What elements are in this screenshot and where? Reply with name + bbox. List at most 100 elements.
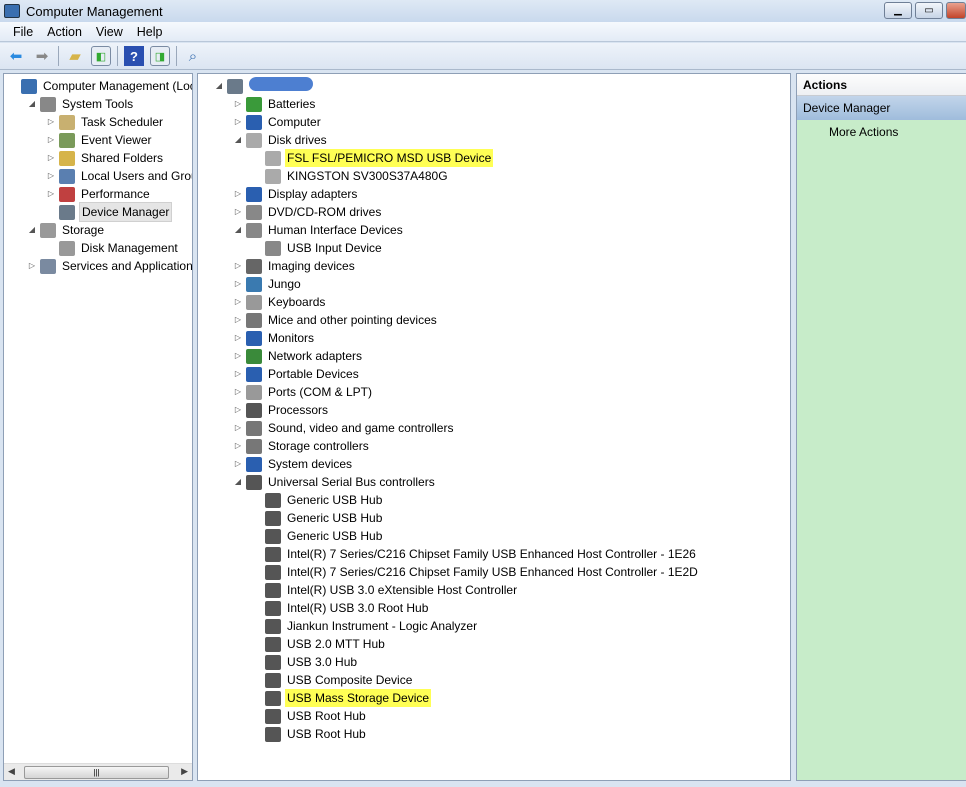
menu-file[interactable]: File [6, 23, 40, 41]
menu-help[interactable]: Help [130, 23, 170, 41]
tree-item[interactable]: ▷ Jungo [233, 275, 303, 293]
tree-item[interactable]: ▷ Services and Applications [27, 257, 193, 275]
expand-arrow-icon[interactable]: ▷ [27, 257, 37, 275]
collapse-arrow-icon[interactable]: ◢ [214, 77, 224, 95]
up-folder-icon[interactable]: ▰ [65, 46, 85, 66]
tree-item[interactable]: USB Composite Device [252, 671, 414, 689]
tree-item-label: Intel(R) USB 3.0 Root Hub [287, 601, 429, 615]
expand-arrow-icon[interactable]: ▷ [233, 401, 243, 419]
collapse-arrow-icon[interactable]: ◢ [233, 473, 243, 491]
menu-view[interactable]: View [89, 23, 130, 41]
tree-item[interactable]: ▷ Event Viewer [46, 131, 153, 149]
tree-item[interactable]: Intel(R) 7 Series/C216 Chipset Family US… [252, 545, 698, 563]
expand-arrow-icon[interactable]: ▷ [233, 275, 243, 293]
processor-icon [246, 402, 262, 418]
tree-item[interactable]: ▷ Local Users and Groups [46, 167, 192, 185]
tree-item[interactable]: ◢ Universal Serial Bus controllers [233, 473, 437, 491]
tree-item[interactable]: USB 3.0 Hub [252, 653, 359, 671]
expand-arrow-icon[interactable]: ▷ [233, 113, 243, 131]
expand-arrow-icon[interactable]: ▷ [233, 95, 243, 113]
tree-item[interactable]: FSL FSL/PEMICRO MSD USB Device [252, 149, 494, 167]
tree-item[interactable]: Jiankun Instrument - Logic Analyzer [252, 617, 479, 635]
expand-arrow-icon[interactable]: ▷ [233, 311, 243, 329]
horizontal-scrollbar[interactable]: ◀ ||| ▶ [4, 763, 192, 780]
tree-item[interactable]: ◢ Disk drives [233, 131, 329, 149]
tree-item[interactable]: ▷ Portable Devices [233, 365, 361, 383]
tree-item[interactable]: ▷ Sound, video and game controllers [233, 419, 455, 437]
actions-section-device-manager[interactable]: Device Manager [797, 96, 966, 120]
tree-item[interactable]: ▷ Imaging devices [233, 257, 357, 275]
tree-item[interactable]: ▷ Network adapters [233, 347, 364, 365]
expand-arrow-icon[interactable]: ▷ [233, 257, 243, 275]
expand-arrow-icon[interactable]: ▷ [46, 131, 56, 149]
tree-item[interactable]: ▷ Shared Folders [46, 149, 165, 167]
expand-arrow-icon[interactable]: ▷ [46, 113, 56, 131]
expand-arrow-icon[interactable]: ▷ [233, 203, 243, 221]
tree-item[interactable]: ◢ Human Interface Devices [233, 221, 405, 239]
tree-item[interactable]: Computer Management (Local [8, 77, 192, 95]
close-button[interactable] [946, 2, 966, 19]
collapse-arrow-icon[interactable]: ◢ [233, 131, 243, 149]
tree-item[interactable]: USB Root Hub [252, 725, 368, 743]
tree-item[interactable]: Generic USB Hub [252, 509, 384, 527]
tree-item[interactable]: Generic USB Hub [252, 527, 384, 545]
tree-item[interactable]: Disk Management [46, 239, 180, 257]
tree-item[interactable]: ▷ DVD/CD-ROM drives [233, 203, 383, 221]
collapse-arrow-icon[interactable]: ◢ [27, 221, 37, 239]
show-hide-action-pane-icon[interactable]: ◨ [150, 46, 170, 66]
properties-icon[interactable]: ⌕ [183, 46, 203, 66]
tree-item[interactable]: ▷ Storage controllers [233, 437, 371, 455]
expand-arrow-icon[interactable]: ▷ [233, 329, 243, 347]
tree-item[interactable]: USB 2.0 MTT Hub [252, 635, 387, 653]
tree-item[interactable]: ◢ [214, 76, 315, 95]
tree-item[interactable]: ▷ Task Scheduler [46, 113, 165, 131]
back-icon[interactable]: ⬅ [6, 46, 26, 66]
minimize-button[interactable]: ▁ [884, 2, 912, 19]
tree-item[interactable]: ◢ Storage [27, 221, 106, 239]
expand-arrow-icon[interactable]: ▷ [233, 185, 243, 203]
tree-item[interactable]: Intel(R) USB 3.0 Root Hub [252, 599, 430, 617]
expand-arrow-icon[interactable]: ▷ [233, 455, 243, 473]
tree-item[interactable]: ▷ Batteries [233, 95, 317, 113]
show-hide-tree-icon[interactable]: ◧ [91, 46, 111, 66]
tree-item[interactable]: ▷ Mice and other pointing devices [233, 311, 439, 329]
tree-item[interactable]: ▷ Processors [233, 401, 330, 419]
tree-item[interactable]: ▷ Monitors [233, 329, 316, 347]
tree-item[interactable]: Intel(R) USB 3.0 eXtensible Host Control… [252, 581, 519, 599]
expand-arrow-icon[interactable]: ▷ [233, 419, 243, 437]
expand-arrow-icon[interactable]: ▷ [233, 347, 243, 365]
tree-item[interactable]: USB Mass Storage Device [252, 689, 432, 707]
tree-item[interactable]: USB Root Hub [252, 707, 368, 725]
tree-item[interactable]: Device Manager [46, 202, 173, 222]
expand-arrow-icon[interactable]: ▷ [233, 365, 243, 383]
expand-arrow-icon[interactable]: ▷ [233, 383, 243, 401]
scrollbar-thumb[interactable]: ||| [24, 766, 169, 779]
expand-arrow-icon[interactable]: ▷ [233, 293, 243, 311]
tree-item[interactable]: ▷ Display adapters [233, 185, 359, 203]
expand-arrow-icon[interactable]: ▷ [46, 185, 56, 203]
tree-item[interactable]: ▷ Computer [233, 113, 323, 131]
tree-item-label: Performance [81, 187, 150, 201]
tree-item[interactable]: ▷ System devices [233, 455, 354, 473]
collapse-arrow-icon[interactable]: ◢ [27, 95, 37, 113]
forward-icon[interactable]: ➡ [32, 46, 52, 66]
restore-button[interactable]: ▭ [915, 2, 943, 19]
more-actions-link[interactable]: More Actions [797, 120, 966, 144]
help-icon[interactable]: ? [124, 46, 144, 66]
tree-item[interactable]: ▷ Keyboards [233, 293, 327, 311]
tree-item[interactable]: USB Input Device [252, 239, 384, 257]
tree-item[interactable]: Generic USB Hub [252, 491, 384, 509]
tree-item[interactable]: ◢ System Tools [27, 95, 135, 113]
menu-action[interactable]: Action [40, 23, 89, 41]
collapse-arrow-icon[interactable]: ◢ [233, 221, 243, 239]
tree-item-label: Services and Applications [62, 259, 193, 273]
expand-arrow-icon[interactable]: ▷ [46, 167, 56, 185]
tree-item[interactable]: Intel(R) 7 Series/C216 Chipset Family US… [252, 563, 700, 581]
expand-arrow-icon[interactable]: ▷ [233, 437, 243, 455]
tree-item[interactable]: ▷ Performance [46, 185, 152, 203]
tree-item[interactable]: KINGSTON SV300S37A480G [252, 167, 450, 185]
expand-arrow-icon[interactable]: ▷ [46, 149, 56, 167]
tree-item-label: Disk Management [81, 241, 178, 255]
event-viewer-icon [59, 132, 75, 148]
tree-item[interactable]: ▷ Ports (COM & LPT) [233, 383, 374, 401]
